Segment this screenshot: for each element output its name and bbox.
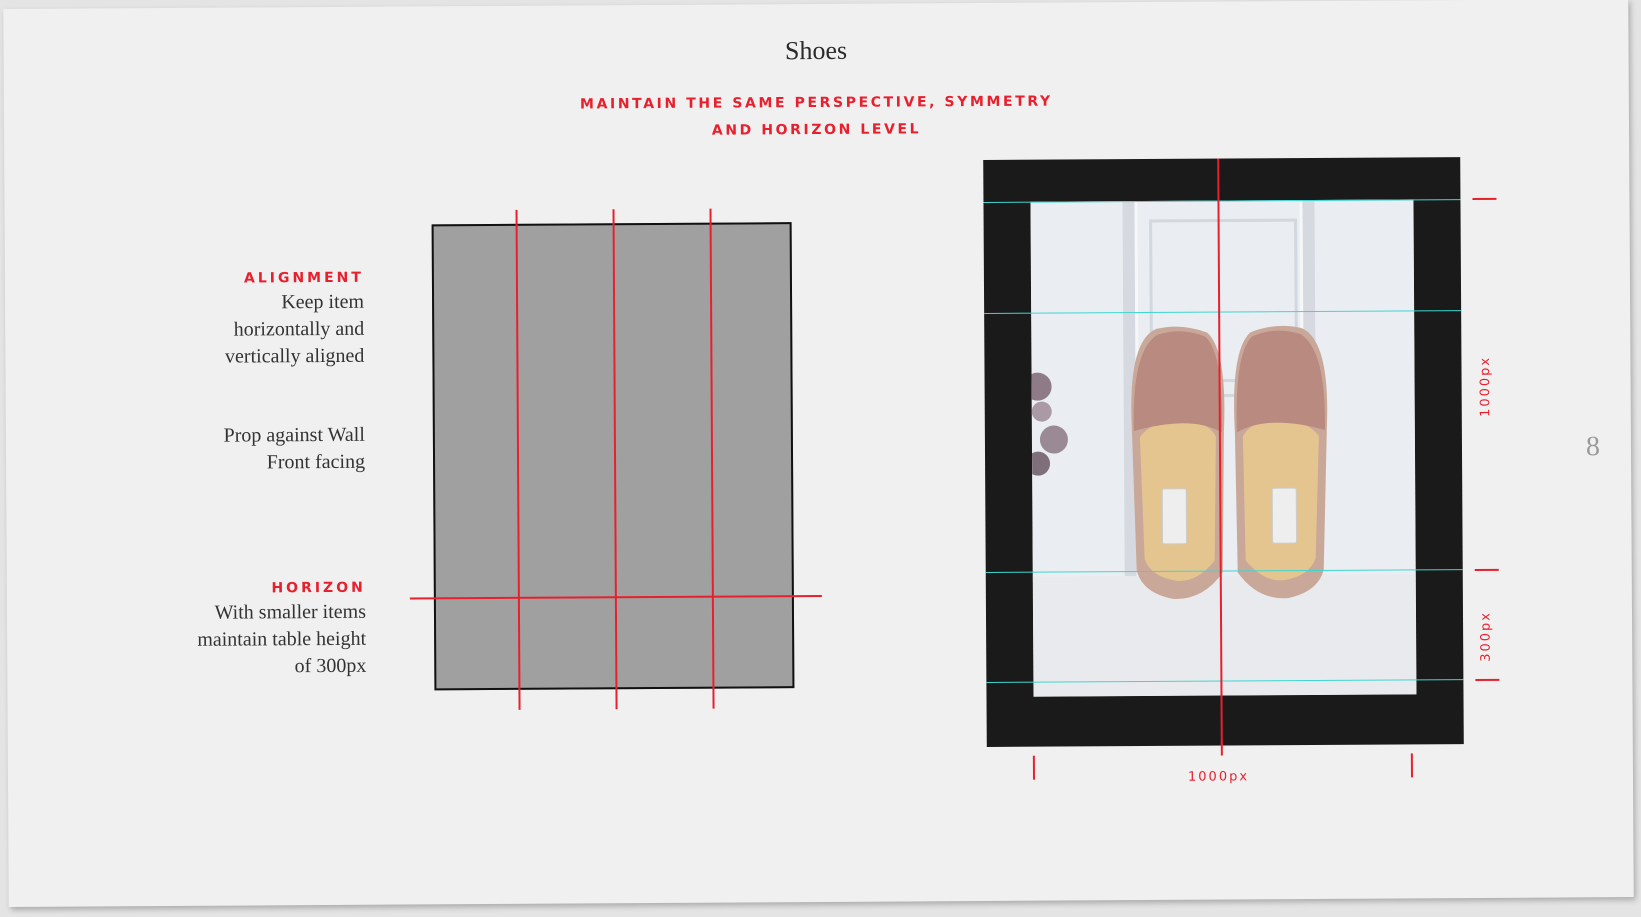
alignment-text-line: Keep item: [281, 290, 365, 314]
height-tick-top: [1472, 197, 1497, 201]
alignment-text-line: vertically aligned: [224, 344, 365, 368]
page-subtitle: MAINTAIN THE SAME PERSPECTIVE, SYMMETRY …: [4, 85, 1629, 149]
table-height-dimension-label: 300px: [1478, 611, 1494, 662]
height-tick-bottom: [1475, 678, 1500, 681]
prop-text-line: Prop against Wall: [223, 423, 365, 447]
prop-text-line: Front facing: [266, 450, 366, 474]
prop-note: Prop against Wall Front facing: [223, 422, 365, 477]
horizon-text-line: of 300px: [294, 654, 367, 678]
height-dimension-label: 1000px: [1477, 355, 1494, 417]
horizon-text-line: With smaller items: [214, 600, 367, 624]
height-tick-horizon: [1474, 568, 1499, 571]
alignment-label: ALIGNMENT: [243, 269, 364, 287]
alignment-text-line: horizontally and: [233, 317, 365, 341]
alignment-note: ALIGNMENT Keep item horizontally and ver…: [224, 267, 365, 371]
guideline-page: Shoes MAINTAIN THE SAME PERSPECTIVE, SYM…: [3, 0, 1634, 907]
width-tick-left: [1032, 755, 1035, 780]
center-tick: [1220, 741, 1223, 756]
shoe-photo: [1030, 199, 1417, 697]
width-dimension-label: 1000px: [1187, 769, 1250, 785]
shoe-photo-illustration: [1030, 199, 1417, 697]
horizon-label: HORIZON: [271, 579, 366, 597]
page-number: 8: [1585, 431, 1601, 463]
page-title: Shoes: [784, 35, 848, 66]
photo-frame: [983, 157, 1464, 747]
horizon-note: HORIZON With smaller items maintain tabl…: [197, 577, 366, 681]
horizon-text-line: maintain table height: [197, 627, 367, 651]
width-tick-right: [1410, 753, 1413, 778]
